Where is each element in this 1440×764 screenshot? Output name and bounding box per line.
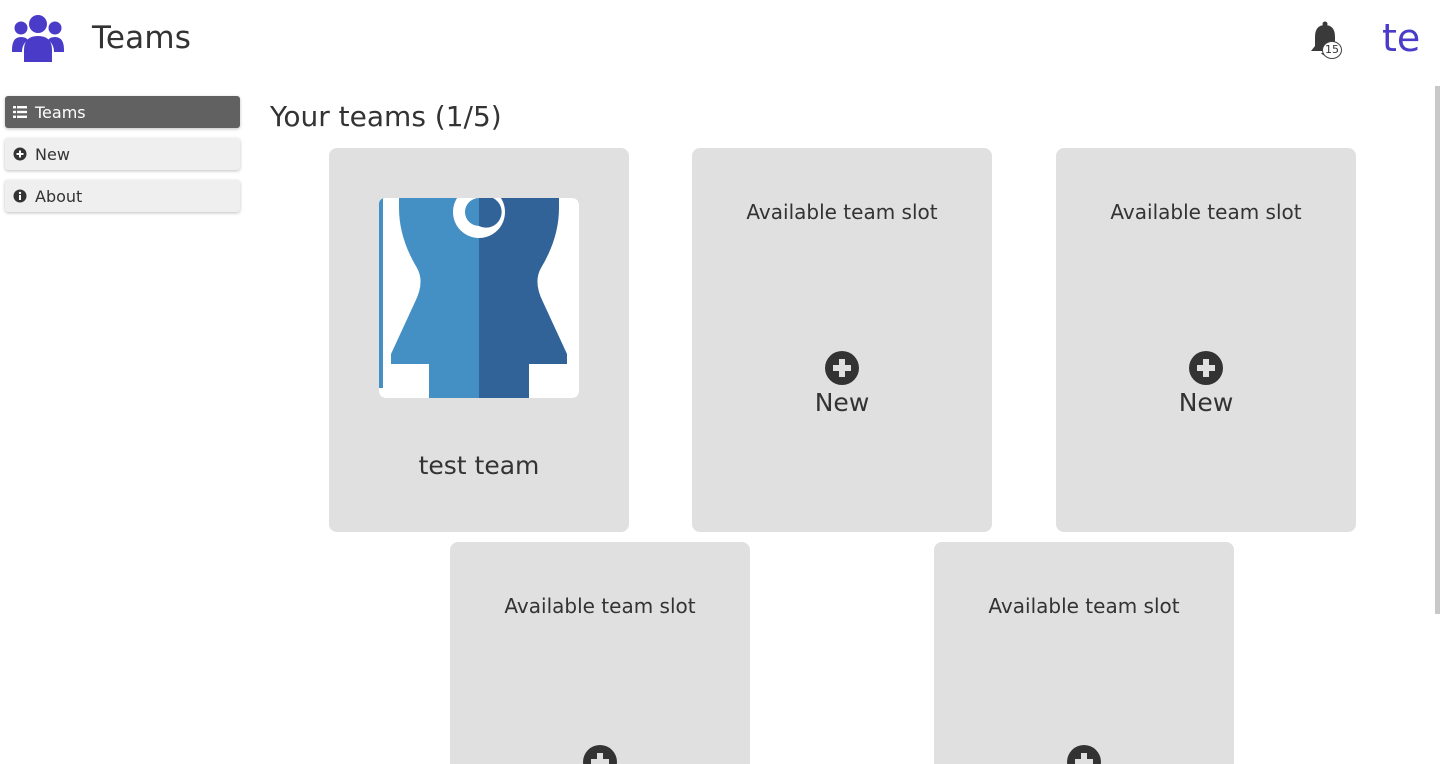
notification-count-badge[interactable]: 15 bbox=[1322, 41, 1342, 59]
sidebar-item-about[interactable]: About bbox=[5, 180, 240, 212]
scrollbar[interactable] bbox=[1435, 86, 1440, 614]
team-logo-image bbox=[379, 198, 579, 398]
new-team-button[interactable]: New bbox=[692, 388, 992, 417]
available-slot-card[interactable]: Available team slot bbox=[450, 542, 750, 764]
sidebar-item-label: Teams bbox=[35, 102, 86, 122]
app-title: Teams bbox=[92, 20, 192, 56]
sidebar-item-label: New bbox=[35, 144, 70, 164]
top-bar: Teams 15 te bbox=[0, 0, 1440, 82]
users-icon bbox=[12, 15, 64, 62]
plus-circle-icon bbox=[1067, 745, 1101, 764]
list-icon bbox=[13, 106, 27, 118]
sidebar-item-new[interactable]: New bbox=[5, 138, 240, 170]
sidebar: Teams New About bbox=[5, 96, 240, 222]
slot-label: Available team slot bbox=[504, 594, 696, 618]
plus-circle-icon bbox=[825, 351, 859, 385]
info-circle-icon bbox=[13, 189, 27, 203]
slot-label: Available team slot bbox=[1110, 200, 1302, 224]
user-avatar[interactable]: te bbox=[1382, 16, 1420, 60]
page-title: Your teams (1/5) bbox=[270, 100, 502, 133]
available-slot-card[interactable]: Available team slot bbox=[934, 542, 1234, 764]
sidebar-item-label: About bbox=[35, 186, 83, 206]
available-slot-card[interactable]: Available team slot New bbox=[692, 148, 992, 532]
team-card[interactable]: test team bbox=[329, 148, 629, 532]
slot-label: Available team slot bbox=[746, 200, 938, 224]
sidebar-item-teams[interactable]: Teams bbox=[5, 96, 240, 128]
new-team-button[interactable]: New bbox=[1056, 388, 1356, 417]
plus-circle-icon bbox=[1189, 351, 1223, 385]
plus-circle-icon bbox=[13, 147, 27, 161]
available-slot-card[interactable]: Available team slot New bbox=[1056, 148, 1356, 532]
team-name: test team bbox=[418, 451, 540, 480]
slot-label: Available team slot bbox=[988, 594, 1180, 618]
team-logo bbox=[379, 198, 579, 398]
plus-circle-icon bbox=[583, 745, 617, 764]
